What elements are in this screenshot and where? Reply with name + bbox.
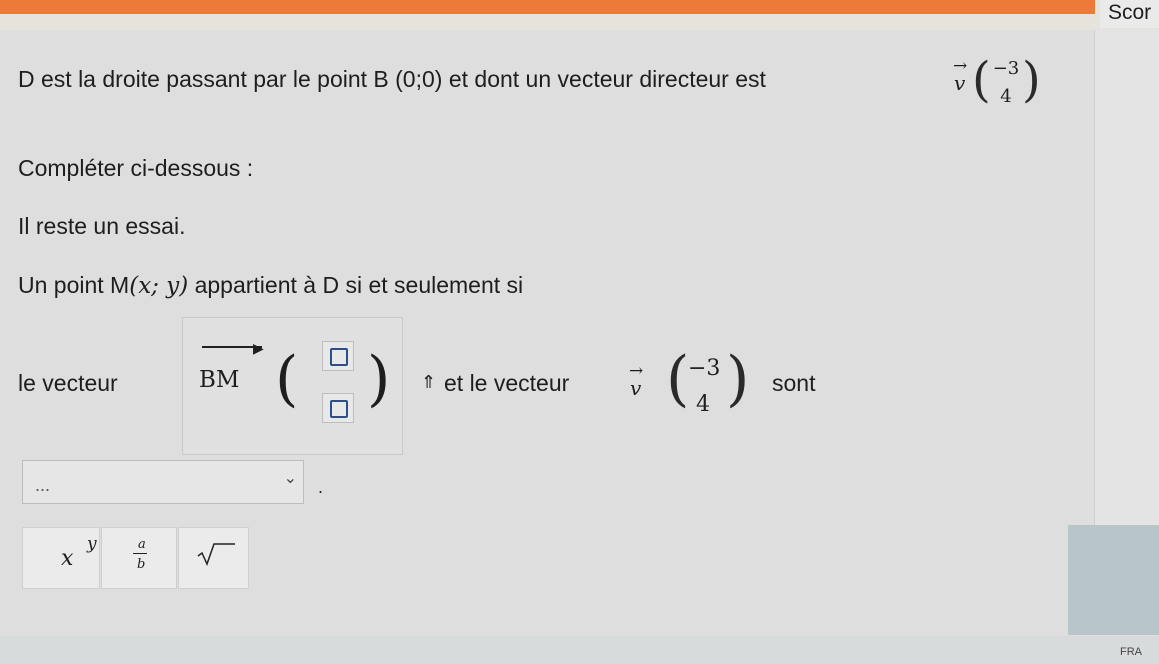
v-y: 4	[696, 392, 710, 417]
vector-arrow: →	[953, 56, 968, 76]
vector-y: 4	[1000, 86, 1012, 107]
vector-label: le vecteur	[18, 370, 118, 396]
bottom-bar	[0, 636, 1159, 664]
sqrt-button[interactable]	[178, 527, 249, 589]
end-text: sont	[772, 370, 816, 396]
problem-statement: D est la droite passant par le point B (…	[18, 66, 766, 92]
up-arrow-icon[interactable]: ⇑	[421, 372, 436, 393]
vector-v: → v	[953, 56, 968, 95]
middle-text: et le vecteur	[444, 370, 570, 396]
condition-sentence: Un point M(x; y) appartient à D si et se…	[18, 272, 524, 299]
relation-dropdown[interactable]: ... ⌄	[22, 460, 304, 504]
direction-vector: ( −3 4 )	[972, 52, 1041, 108]
point-coordinates: (x; y)	[129, 273, 189, 299]
score-label: Scor	[1100, 0, 1159, 28]
bm-right-paren: )	[367, 344, 391, 414]
top-banner	[0, 0, 1159, 30]
square-root-icon	[197, 543, 235, 566]
language-indicator: FRA	[1120, 646, 1142, 658]
vector-v-2: → v	[629, 361, 644, 400]
attempts-remaining: Il reste un essai.	[18, 213, 186, 239]
chevron-down-icon: ⌄	[283, 470, 297, 487]
sentence-period: .	[318, 477, 324, 497]
bm-label: BM	[199, 367, 240, 393]
v-x: −3	[688, 356, 721, 381]
fraction-button[interactable]: a b	[101, 527, 177, 589]
bm-x-input[interactable]	[322, 341, 354, 371]
power-button[interactable]: x y	[22, 527, 100, 589]
bm-arrow-head: ▶	[253, 340, 264, 356]
side-panel	[1068, 525, 1159, 635]
vector-x: −3	[992, 58, 1020, 79]
direction-vector-2: ( −3 4 )	[666, 344, 750, 417]
dropdown-value: ...	[35, 475, 51, 495]
bm-y-input[interactable]	[322, 393, 354, 423]
instruction: Compléter ci-dessous :	[18, 155, 254, 181]
orange-stripe	[0, 0, 1095, 14]
bm-left-paren: (	[275, 344, 299, 414]
